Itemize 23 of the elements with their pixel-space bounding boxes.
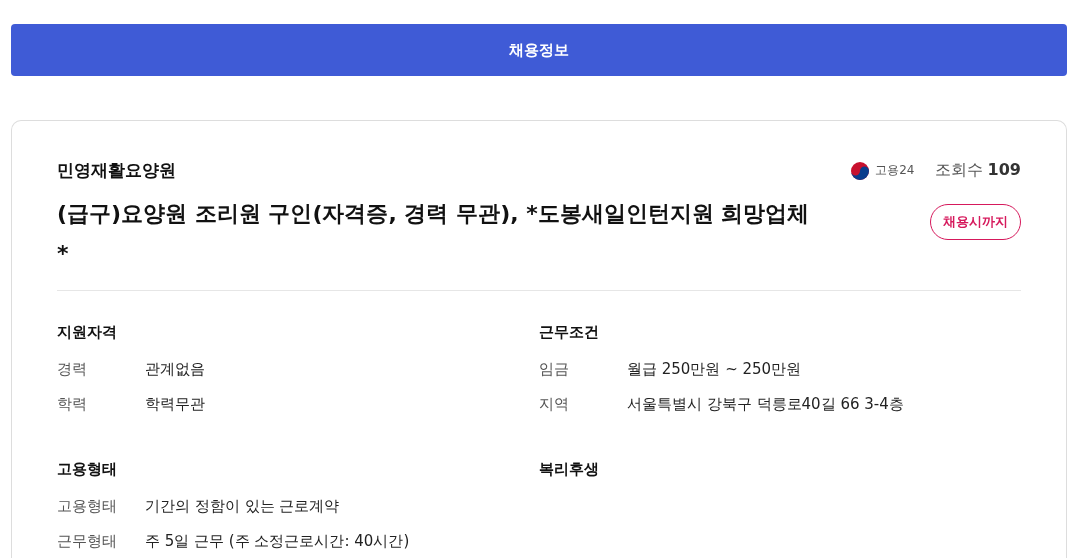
- section-title: 고용형태: [57, 460, 118, 479]
- field-value: 월급 250만원 ~ 250만원: [627, 360, 802, 380]
- field-label: 근무형태: [57, 532, 118, 552]
- view-count: 조회수 109: [934, 160, 1021, 181]
- field-label: 고용형태: [57, 497, 118, 517]
- field-value: 학력무관: [145, 395, 205, 415]
- field-value: 기간의 정함이 있는 근로계약: [145, 497, 340, 517]
- field-label: 임금: [539, 360, 570, 380]
- field-label: 경력: [57, 360, 88, 380]
- deadline-button[interactable]: 채용시까지: [930, 204, 1021, 240]
- field-label: 지역: [539, 395, 570, 415]
- field-label: 학력: [57, 395, 88, 415]
- field-value: 주 5일 근무 (주 소정근로시간: 40시간): [145, 532, 410, 552]
- job-title: (급구)요양원 조리원 구인(자격증, 경력 무관), *도봉새일인턴지원 희망업체 *: [57, 200, 811, 268]
- section-title: 복리후생: [539, 460, 600, 479]
- section-title: 지원자격: [57, 323, 118, 342]
- company-name: 민영재활요양원: [57, 159, 176, 182]
- source-label: 고용24: [875, 162, 915, 179]
- field-value: 서울특별시 강북구 덕릉로40길 66 3-4층: [627, 395, 904, 415]
- field-value: 관계없음: [145, 360, 205, 380]
- header-bar: 채용정보: [11, 24, 1067, 76]
- emblem-icon: [850, 160, 871, 181]
- section-title: 근무조건: [539, 323, 600, 342]
